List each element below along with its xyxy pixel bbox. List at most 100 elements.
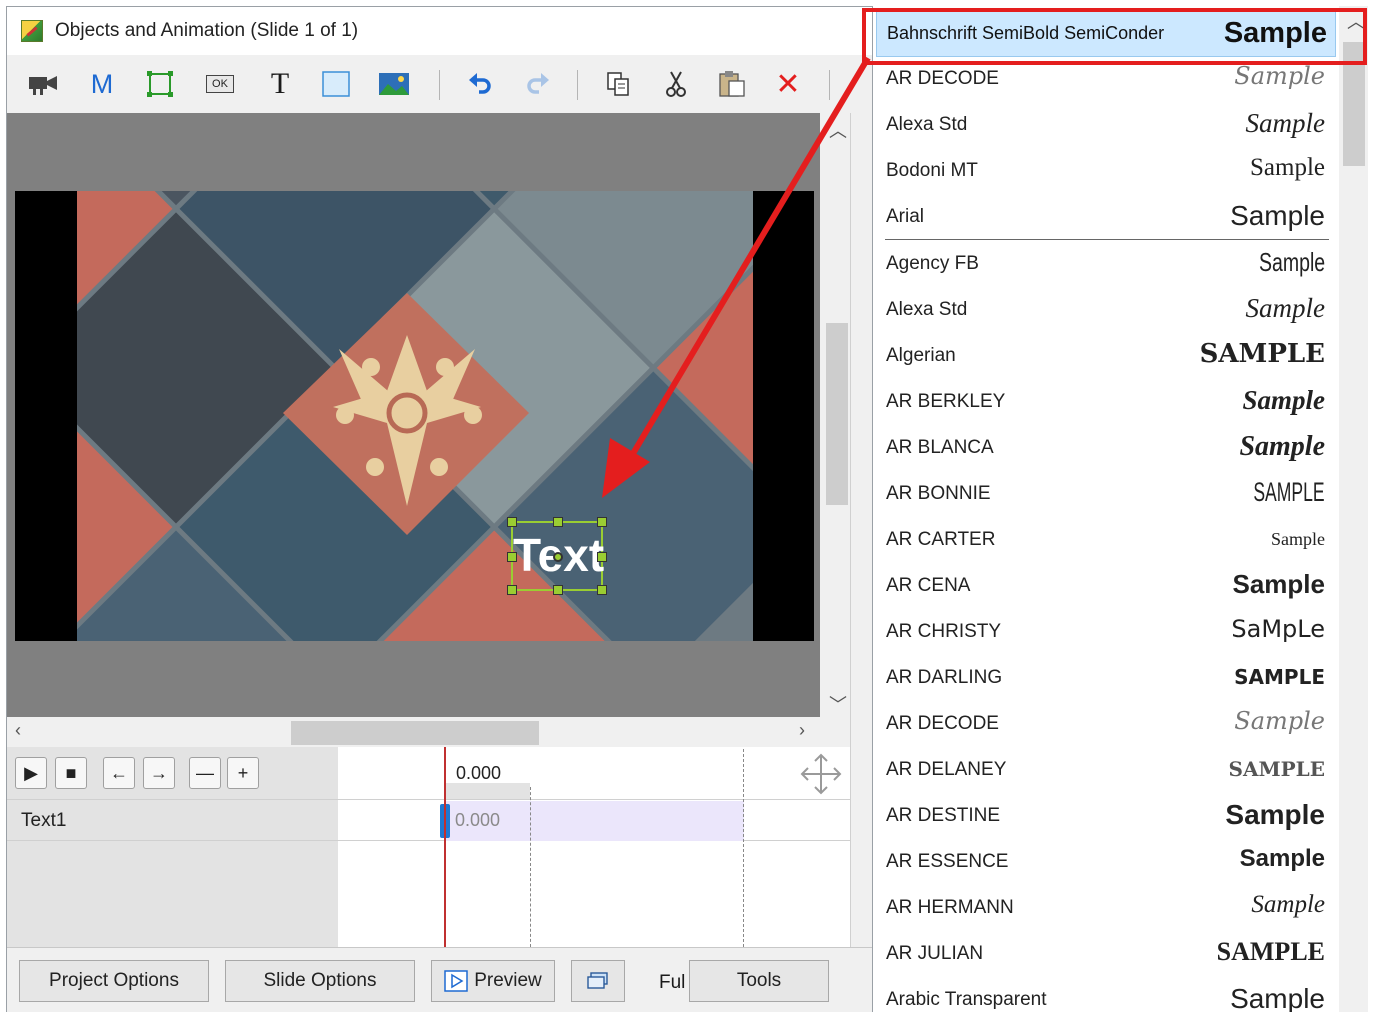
slide-canvas[interactable]: Text xyxy=(7,113,820,717)
font-option-recent[interactable]: Bodoni MT Sample xyxy=(873,148,1333,194)
font-sample: Sample xyxy=(1251,891,1325,918)
paste-icon xyxy=(719,71,745,97)
font-option[interactable]: AR CHRISTY SaMpLe xyxy=(873,609,1333,655)
slide-list-button[interactable] xyxy=(571,960,625,1002)
add-m-button[interactable]: M xyxy=(85,67,119,101)
font-option[interactable]: AR BONNIE SAMPLE xyxy=(873,471,1333,517)
resize-handle-tr[interactable] xyxy=(597,517,607,527)
resize-handle-br[interactable] xyxy=(597,585,607,595)
add-rectangle-button[interactable] xyxy=(319,67,353,101)
cut-button[interactable] xyxy=(659,67,693,101)
font-option[interactable]: AR DELANEY SAMPLE xyxy=(873,747,1333,793)
full-label[interactable]: Ful xyxy=(659,972,685,994)
resize-handle-tl[interactable] xyxy=(507,517,517,527)
font-option[interactable]: AR JULIAN SAMPLE xyxy=(873,931,1333,977)
font-name: Agency FB xyxy=(886,253,979,274)
font-name: AR BONNIE xyxy=(886,483,991,504)
delete-button[interactable]: ✕ xyxy=(771,67,805,101)
font-name: Algerian xyxy=(886,345,956,366)
font-option[interactable]: Arabic Transparent Sample xyxy=(873,977,1333,1012)
resize-handle-tm[interactable] xyxy=(553,517,563,527)
font-name: Alexa Std xyxy=(886,299,968,320)
camera-icon xyxy=(29,76,57,95)
window-title: Objects and Animation (Slide 1 of 1) xyxy=(55,20,359,41)
vertical-scroll-thumb[interactable] xyxy=(826,323,848,505)
next-keyframe-button[interactable]: → xyxy=(143,757,175,789)
add-frame-button[interactable] xyxy=(143,67,177,101)
center-point[interactable] xyxy=(553,552,563,562)
font-sample: SAMPLE xyxy=(1228,757,1325,781)
picture-icon xyxy=(379,73,409,95)
font-name: AR DELANEY xyxy=(886,759,1007,780)
font-name: AR ESSENCE xyxy=(886,851,1009,872)
font-option[interactable]: AR BERKLEY Sample xyxy=(873,379,1333,425)
undo-button[interactable] xyxy=(463,67,497,101)
playhead[interactable] xyxy=(444,747,446,947)
font-sample: Sample xyxy=(1258,247,1325,277)
remove-keyframe-button[interactable]: — xyxy=(189,757,221,789)
slide-options-button[interactable]: Slide Options xyxy=(225,960,415,1002)
font-option[interactable]: AR DECODE Sample xyxy=(873,701,1333,747)
project-options-button[interactable]: Project Options xyxy=(19,960,209,1002)
font-option-recent[interactable]: AR DECODE Sample xyxy=(873,56,1333,102)
redo-button[interactable] xyxy=(521,67,555,101)
horizontal-scroll-thumb[interactable] xyxy=(291,721,539,745)
font-name: AR BERKLEY xyxy=(886,391,1006,412)
font-option[interactable]: Alexa Std Sample xyxy=(873,287,1333,333)
add-text-button[interactable]: T xyxy=(263,67,297,101)
font-option[interactable]: Agency FB Sample xyxy=(873,241,1333,287)
add-button-object[interactable]: OK xyxy=(203,67,237,101)
scroll-down-arrow-icon[interactable]: ﹀ xyxy=(829,691,847,717)
add-image-button[interactable] xyxy=(25,67,61,101)
app-icon xyxy=(21,20,43,42)
text-object[interactable]: Text xyxy=(507,517,607,595)
font-sample: Sample xyxy=(1230,200,1325,231)
toolbar: M OK T ✕ xyxy=(7,55,872,113)
font-dropdown-list[interactable]: Bahnschrift SemiBold SemiConder Sample A… xyxy=(872,6,1368,1012)
font-option[interactable]: AR HERMANN Sample xyxy=(873,885,1333,931)
font-name: AR CHRISTY xyxy=(886,621,1002,642)
scroll-up-arrow-icon[interactable]: ︿ xyxy=(1347,8,1365,34)
font-sample: Sample xyxy=(1234,62,1325,90)
font-option[interactable]: AR DESTINE Sample xyxy=(873,793,1333,839)
font-sample: SAMPLE xyxy=(1234,665,1325,689)
ok-button-icon: OK xyxy=(206,75,234,93)
scroll-left-arrow-icon[interactable]: ‹ xyxy=(15,720,21,741)
previous-keyframe-button[interactable]: ← xyxy=(103,757,135,789)
timeline-ruler[interactable]: 0.000 xyxy=(338,747,850,799)
paste-button[interactable] xyxy=(715,67,749,101)
font-option[interactable]: AR BLANCA Sample xyxy=(873,425,1333,471)
move-icon[interactable] xyxy=(798,751,844,797)
preview-button[interactable]: Preview xyxy=(431,960,555,1002)
font-name: AR HERMANN xyxy=(886,897,1014,918)
canvas-horizontal-scrollbar[interactable]: ‹ › xyxy=(7,717,820,747)
scroll-up-arrow-icon[interactable]: ︿ xyxy=(829,117,847,143)
add-picture-button[interactable] xyxy=(377,67,411,101)
scroll-right-arrow-icon[interactable]: › xyxy=(799,720,805,741)
font-sample: Sample xyxy=(1271,529,1325,549)
font-sample: Sample xyxy=(1239,431,1325,462)
stop-button[interactable]: ■ xyxy=(55,757,87,789)
play-button[interactable]: ▶ xyxy=(15,757,47,789)
copy-button[interactable] xyxy=(601,67,635,101)
canvas-vertical-scrollbar[interactable]: ︿ ﹀ xyxy=(820,113,850,717)
track-row[interactable]: Text1 0.000 xyxy=(7,799,850,841)
font-option[interactable]: AR DARLING SAMPLE xyxy=(873,655,1333,701)
resize-handle-ml[interactable] xyxy=(507,552,517,562)
font-sample: Sample xyxy=(1223,17,1327,49)
resize-handle-mr[interactable] xyxy=(597,552,607,562)
tools-button[interactable]: Tools xyxy=(689,960,829,1002)
font-list-scrollbar[interactable]: ︿ xyxy=(1339,6,1368,1012)
font-list-scroll-thumb[interactable] xyxy=(1343,42,1365,166)
add-keyframe-button[interactable]: + xyxy=(227,757,259,789)
rectangle-icon xyxy=(322,71,350,97)
resize-handle-bl[interactable] xyxy=(507,585,517,595)
resize-handle-bm[interactable] xyxy=(553,585,563,595)
font-option[interactable]: Algerian SAMPLE xyxy=(873,333,1333,379)
font-option[interactable]: AR CENA Sample xyxy=(873,563,1333,609)
font-option[interactable]: AR ESSENCE Sample xyxy=(873,839,1333,885)
font-option-recent[interactable]: Arial Sample xyxy=(873,194,1333,240)
font-option-selected[interactable]: Bahnschrift SemiBold SemiConder Sample xyxy=(876,9,1336,57)
font-option-recent[interactable]: Alexa Std Sample xyxy=(873,102,1333,148)
font-option[interactable]: AR CARTER Sample xyxy=(873,517,1333,563)
